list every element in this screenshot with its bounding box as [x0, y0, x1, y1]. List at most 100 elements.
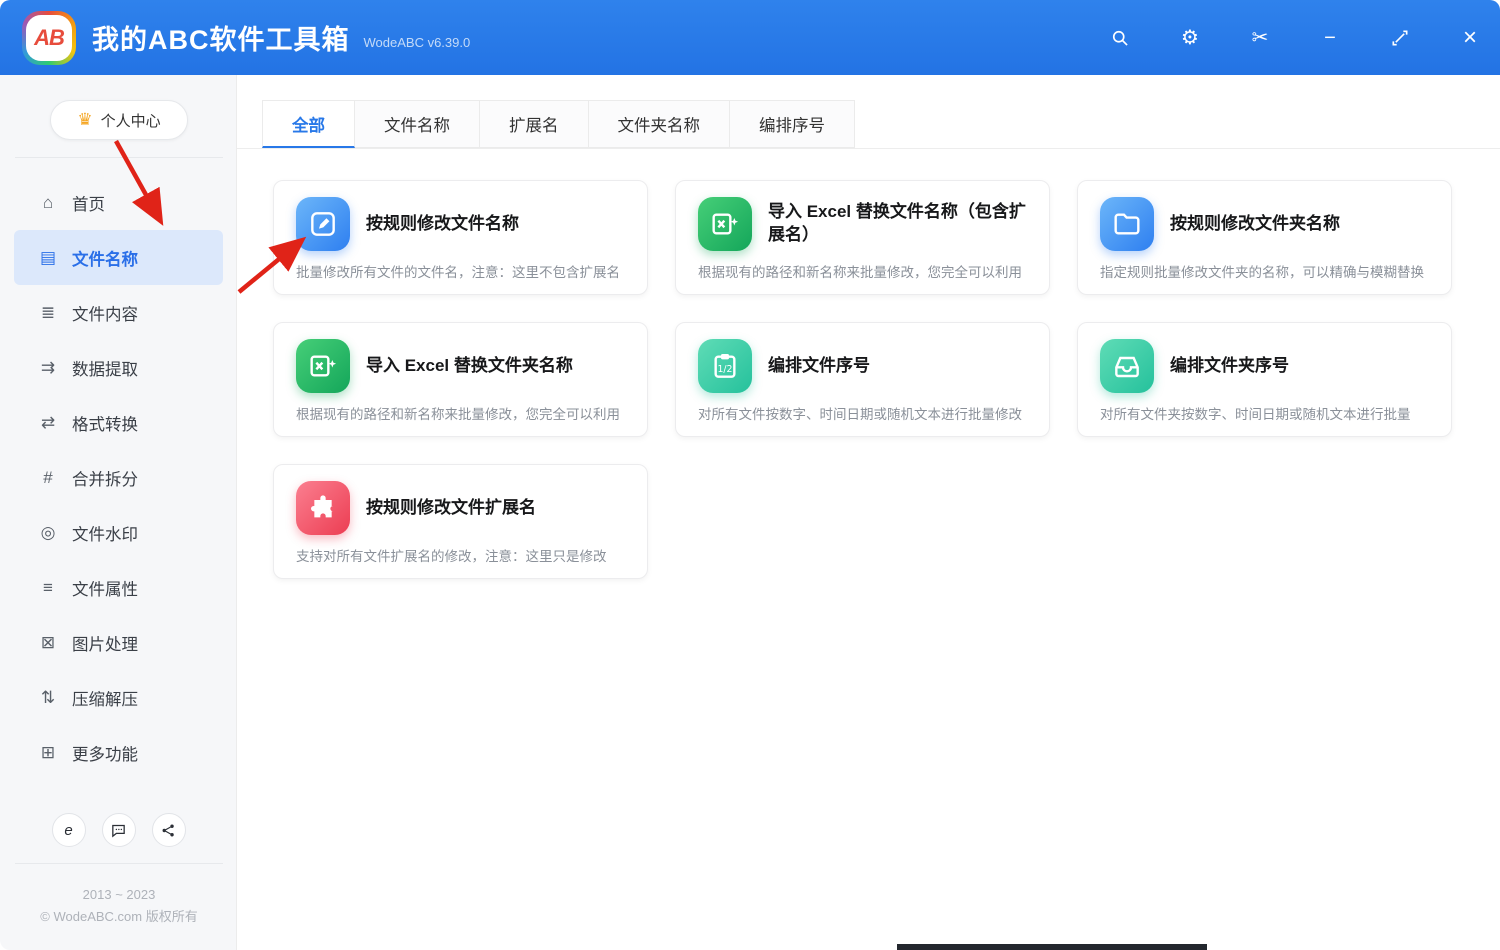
card-excel-rename-folders[interactable]: 导入 Excel 替换文件夹名称 根据现有的路径和新名称来批量修改，您完全可以利… [273, 322, 648, 437]
card-change-extension[interactable]: 按规则修改文件扩展名 支持对所有文件扩展名的修改，注意：这里只是修改 [273, 464, 648, 579]
close-button[interactable]: × [1458, 26, 1482, 50]
card-desc: 根据现有的路径和新名称来批量修改，您完全可以利用 [296, 403, 625, 423]
personal-center-button[interactable]: ♛ 个人中心 [50, 100, 188, 140]
footer-years: 2013 ~ 2023 [15, 884, 223, 906]
sidebar: ♛ 个人中心 ⌂ 首页 ▤ 文件名称 ≣ 文件内容 ⇉ 数据提取 ⇄ [0, 75, 237, 950]
settings-gear-icon[interactable]: ⚙ [1178, 26, 1202, 50]
sidebar-item-label: 格式转换 [72, 411, 138, 435]
sidebar-item-data-extract[interactable]: ⇉ 数据提取 [14, 340, 223, 395]
more-features-icon: ⊞ [38, 743, 58, 763]
app-version: WodeABC v6.39.0 [364, 35, 471, 50]
titlebar-actions: ⚙ ✂ − × [1108, 0, 1482, 75]
puzzle-icon [296, 481, 350, 535]
sidebar-item-label: 图片处理 [72, 631, 138, 655]
sidebar-item-label: 数据提取 [72, 356, 138, 380]
card-number-files[interactable]: 1/2 编排文件序号 对所有文件按数字、时间日期或随机文本进行批量修改 [675, 322, 1050, 437]
browser-button[interactable]: e [52, 813, 86, 847]
card-excel-rename-files[interactable]: 导入 Excel 替换文件名称（包含扩展名） 根据现有的路径和新名称来批量修改，… [675, 180, 1050, 295]
app-window: AB 我的ABC软件工具箱 WodeABC v6.39.0 ⚙ ✂ − × ♛ … [0, 0, 1500, 950]
card-desc: 指定规则批量修改文件夹的名称，可以精确与模糊替换 [1100, 261, 1429, 281]
sidebar-divider [15, 157, 223, 158]
sidebar-menu: ⌂ 首页 ▤ 文件名称 ≣ 文件内容 ⇉ 数据提取 ⇄ 格式转换 # 合并拆分 [0, 175, 237, 780]
share-icon [160, 822, 177, 839]
card-desc: 根据现有的路径和新名称来批量修改，您完全可以利用 [698, 261, 1027, 281]
pencil-icon [296, 197, 350, 251]
sidebar-item-label: 文件属性 [72, 576, 138, 600]
tray-icon [1100, 339, 1154, 393]
sidebar-item-file-content[interactable]: ≣ 文件内容 [14, 285, 223, 340]
titlebar: AB 我的ABC软件工具箱 WodeABC v6.39.0 ⚙ ✂ − × [0, 0, 1500, 75]
app-logo-text: AB [26, 15, 72, 61]
scissors-icon[interactable]: ✂ [1248, 26, 1272, 50]
browser-e-icon: e [64, 822, 72, 839]
card-title: 按规则修改文件名称 [366, 213, 519, 236]
logo-ab: AB [34, 25, 64, 51]
file-name-icon: ▤ [38, 248, 58, 268]
card-title: 导入 Excel 替换文件夹名称 [366, 355, 573, 378]
card-rename-folders[interactable]: 按规则修改文件夹名称 指定规则批量修改文件夹的名称，可以精确与模糊替换 [1077, 180, 1452, 295]
sidebar-footer: 2013 ~ 2023 © WodeABC.com 版权所有 [15, 863, 223, 928]
format-convert-icon: ⇄ [38, 413, 58, 433]
sidebar-item-home[interactable]: ⌂ 首页 [14, 175, 223, 230]
sidebar-item-file-attributes[interactable]: ≡ 文件属性 [14, 560, 223, 615]
file-attributes-icon: ≡ [38, 578, 58, 598]
resize-button[interactable] [1388, 26, 1412, 50]
card-desc: 批量修改所有文件的文件名，注意：这里不包含扩展名 [296, 261, 625, 281]
clipboard-icon: 1/2 [698, 339, 752, 393]
clipboard-icon-label: 1/2 [717, 364, 732, 375]
crown-icon: ♛ [77, 110, 92, 130]
card-title: 编排文件序号 [768, 355, 870, 378]
folder-icon [1100, 197, 1154, 251]
card-grid: 按规则修改文件名称 批量修改所有文件的文件名，注意：这里不包含扩展名 导入 Ex… [273, 180, 1483, 579]
sidebar-item-label: 首页 [72, 191, 105, 215]
tab-folder-name[interactable]: 文件夹名称 [589, 100, 731, 148]
share-button[interactable] [152, 813, 186, 847]
sidebar-item-watermark[interactable]: ◎ 文件水印 [14, 505, 223, 560]
compress-icon: ⇅ [38, 688, 58, 708]
sidebar-item-file-name[interactable]: ▤ 文件名称 [14, 230, 223, 285]
excel-icon [698, 197, 752, 251]
sidebar-social: e [0, 813, 237, 847]
search-icon[interactable] [1108, 26, 1132, 50]
card-title: 按规则修改文件夹名称 [1170, 213, 1340, 236]
file-content-icon: ≣ [38, 303, 58, 323]
chat-button[interactable] [102, 813, 136, 847]
background-window-edge [897, 944, 1207, 950]
tabs-underline [237, 148, 1500, 149]
tab-extension[interactable]: 扩展名 [480, 100, 589, 148]
excel-icon [296, 339, 350, 393]
card-title: 导入 Excel 替换文件名称（包含扩展名） [768, 201, 1027, 247]
app-title: 我的ABC软件工具箱 [92, 18, 350, 57]
tab-all[interactable]: 全部 [262, 100, 355, 148]
card-desc: 对所有文件夹按数字、时间日期或随机文本进行批量 [1100, 403, 1429, 423]
sidebar-item-label: 压缩解压 [72, 686, 138, 710]
app-logo: AB [22, 11, 76, 65]
tab-serial-number[interactable]: 编排序号 [730, 100, 855, 148]
sidebar-item-more-features[interactable]: ⊞ 更多功能 [14, 725, 223, 780]
merge-split-icon: # [38, 468, 58, 488]
card-desc: 支持对所有文件扩展名的修改，注意：这里只是修改 [296, 545, 625, 565]
card-title: 编排文件夹序号 [1170, 355, 1289, 378]
tab-bar: 全部 文件名称 扩展名 文件夹名称 编排序号 [262, 100, 855, 148]
image-processing-icon: ⊠ [38, 633, 58, 653]
tab-file-name[interactable]: 文件名称 [355, 100, 480, 148]
sidebar-item-merge-split[interactable]: # 合并拆分 [14, 450, 223, 505]
data-extract-icon: ⇉ [38, 358, 58, 378]
card-desc: 对所有文件按数字、时间日期或随机文本进行批量修改 [698, 403, 1027, 423]
main-content: 全部 文件名称 扩展名 文件夹名称 编排序号 按规则修改文件名称 批量修改所有文… [237, 75, 1500, 950]
card-number-folders[interactable]: 编排文件夹序号 对所有文件夹按数字、时间日期或随机文本进行批量 [1077, 322, 1452, 437]
sidebar-item-image-processing[interactable]: ⊠ 图片处理 [14, 615, 223, 670]
card-rename-files[interactable]: 按规则修改文件名称 批量修改所有文件的文件名，注意：这里不包含扩展名 [273, 180, 648, 295]
minimize-button[interactable]: − [1318, 26, 1342, 50]
chat-bubble-icon [110, 822, 127, 839]
sidebar-item-label: 更多功能 [72, 741, 138, 765]
personal-center-label: 个人中心 [101, 110, 161, 131]
sidebar-item-label: 文件水印 [72, 521, 138, 545]
sidebar-item-label: 合并拆分 [72, 466, 138, 490]
footer-copyright: © WodeABC.com 版权所有 [15, 906, 223, 928]
home-icon: ⌂ [38, 193, 58, 213]
watermark-icon: ◎ [38, 523, 58, 543]
sidebar-item-compress[interactable]: ⇅ 压缩解压 [14, 670, 223, 725]
sidebar-item-label: 文件内容 [72, 301, 138, 325]
sidebar-item-format-convert[interactable]: ⇄ 格式转换 [14, 395, 223, 450]
